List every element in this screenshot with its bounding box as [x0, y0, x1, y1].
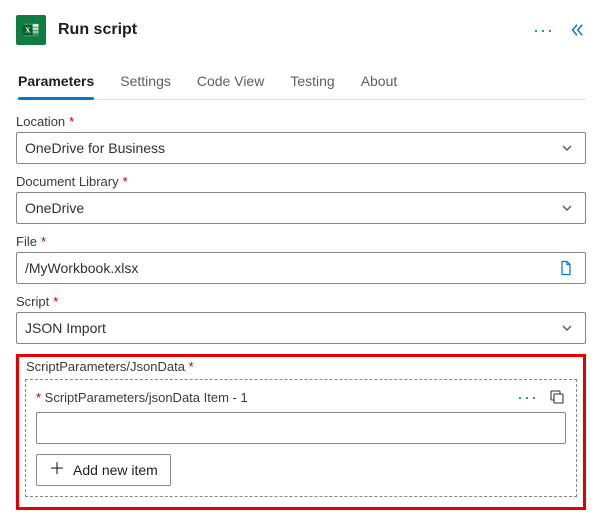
more-menu-button[interactable]: ··· [533, 21, 554, 39]
tab-about[interactable]: About [361, 67, 398, 99]
chevron-down-icon [557, 142, 577, 154]
field-file: File* /MyWorkbook.xlsx [16, 234, 586, 284]
file-label: File* [16, 234, 586, 249]
plus-icon: ＋ [49, 462, 65, 478]
field-location: Location* OneDrive for Business [16, 114, 586, 164]
tab-bar: Parameters Settings Code View Testing Ab… [16, 67, 586, 100]
script-dropdown[interactable]: JSON Import [16, 312, 586, 344]
jsondata-item-header: * ScriptParameters/jsonData Item - 1 ··· [36, 388, 566, 406]
script-label: Script* [16, 294, 586, 309]
field-document-library: Document Library* OneDrive [16, 174, 586, 224]
field-script: Script* JSON Import [16, 294, 586, 344]
header-actions: ··· [533, 21, 586, 39]
add-new-item-button[interactable]: ＋ Add new item [36, 454, 171, 486]
document-library-label: Document Library* [16, 174, 586, 189]
collapse-icon[interactable] [568, 21, 586, 39]
chevron-down-icon [557, 322, 577, 334]
location-label: Location* [16, 114, 586, 129]
card-header: X Run script ··· [16, 15, 586, 45]
jsondata-highlight: ScriptParameters/JsonData * * ScriptPara… [16, 354, 586, 510]
location-dropdown[interactable]: OneDrive for Business [16, 132, 586, 164]
file-picker-icon[interactable] [555, 260, 577, 276]
tab-testing[interactable]: Testing [290, 67, 334, 99]
tab-settings[interactable]: Settings [120, 67, 171, 99]
file-picker[interactable]: /MyWorkbook.xlsx [16, 252, 586, 284]
file-value: /MyWorkbook.xlsx [25, 260, 555, 276]
card-title: Run script [58, 21, 521, 39]
chevron-down-icon [557, 202, 577, 214]
add-new-item-label: Add new item [73, 462, 158, 478]
action-card: X Run script ··· Parameters Settings Cod… [0, 0, 602, 526]
jsondata-array-container: * ScriptParameters/jsonData Item - 1 ···… [25, 379, 577, 497]
excel-icon: X [16, 15, 46, 45]
location-value: OneDrive for Business [25, 140, 557, 156]
tab-code-view[interactable]: Code View [197, 67, 264, 99]
document-library-dropdown[interactable]: OneDrive [16, 192, 586, 224]
script-value: JSON Import [25, 320, 557, 336]
jsondata-label: ScriptParameters/JsonData * [25, 359, 577, 374]
svg-text:X: X [25, 26, 31, 35]
jsondata-item-title: * ScriptParameters/jsonData Item - 1 [36, 390, 507, 405]
tab-parameters[interactable]: Parameters [18, 67, 94, 99]
document-library-value: OneDrive [25, 200, 557, 216]
jsondata-item-input[interactable] [36, 412, 566, 444]
item-more-button[interactable]: ··· [517, 388, 538, 406]
dynamic-content-icon[interactable] [548, 388, 566, 406]
